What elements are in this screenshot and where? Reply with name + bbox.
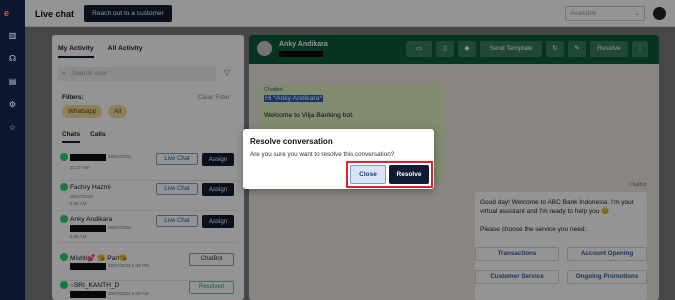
edit-icon[interactable]: ✎ bbox=[568, 41, 586, 57]
live-chat-button[interactable]: Live Chat bbox=[156, 153, 198, 165]
phone-icon[interactable]: ▯ bbox=[436, 41, 454, 57]
resolve-button[interactable]: Resolve bbox=[389, 165, 429, 184]
service-account-opening-button[interactable]: Account Opening bbox=[567, 247, 647, 261]
tab-my-activity[interactable]: My Activity bbox=[58, 45, 94, 58]
tab-calls[interactable]: Calls bbox=[90, 131, 106, 143]
activity-panel: My Activity All Activity ⌕ Search user ▽… bbox=[52, 35, 244, 300]
message-paragraph: Good day! Welcome to ABC Bank Indonesia.… bbox=[480, 199, 634, 215]
assign-button[interactable]: Assign bbox=[202, 153, 234, 166]
availability-select[interactable]: Available ⌄ bbox=[565, 6, 645, 21]
live-chat-button[interactable]: Live Chat bbox=[156, 215, 198, 227]
filter-icon[interactable]: ▽ bbox=[224, 68, 230, 77]
tag-icon[interactable]: ◆ bbox=[458, 41, 476, 57]
chat-row[interactable]: Fachry Hazmi 08/07/2024- 8:58 AM Live Ch… bbox=[58, 181, 238, 211]
chip-all[interactable]: All bbox=[108, 105, 127, 118]
assign-button[interactable]: Assign bbox=[202, 215, 234, 228]
star-icon[interactable]: ☆ bbox=[7, 122, 18, 133]
tab-chats[interactable]: Chats bbox=[62, 131, 81, 143]
search-placeholder: Search user bbox=[72, 70, 108, 77]
dialog-question: Are you sure you want to resolve this co… bbox=[250, 151, 395, 158]
dialog-title: Resolve conversation bbox=[250, 137, 333, 146]
chat-date: 30/07/2024-5:48 PM bbox=[108, 263, 149, 268]
whatsapp-icon bbox=[60, 183, 68, 191]
contact-name: ~SRI_KANTH_D bbox=[70, 282, 120, 289]
user-avatar[interactable] bbox=[653, 7, 666, 20]
resolved-button[interactable]: Resolved bbox=[189, 281, 234, 294]
left-rail: e ▥ ☊ ▤ ⚙ ☆ bbox=[0, 0, 25, 300]
chat-row[interactable]: Mishti💕 😘 Parl😘 30/07/2024-5:48 PM ChatB… bbox=[58, 251, 238, 281]
service-transactions-button[interactable]: Transactions bbox=[475, 247, 559, 261]
activity-tabs: My Activity All Activity bbox=[58, 45, 143, 58]
chat-date: 30/07/2024-5:40 AM bbox=[108, 291, 149, 296]
brand-logo: e bbox=[4, 8, 10, 18]
service-promotions-button[interactable]: Ongoing Promotions bbox=[567, 270, 647, 284]
page-title: Live chat bbox=[35, 9, 75, 19]
service-customer-service-button[interactable]: Customer Service bbox=[475, 270, 559, 284]
id-card-icon[interactable]: ▭ bbox=[406, 41, 432, 57]
chat-subtabs: Chats Calls bbox=[62, 131, 106, 143]
contact-avatar bbox=[257, 41, 272, 56]
settings-icon[interactable]: ⚙ bbox=[7, 99, 18, 110]
whatsapp-icon bbox=[60, 153, 68, 161]
whatsapp-icon bbox=[60, 281, 68, 289]
whatsapp-icon bbox=[60, 215, 68, 223]
close-button[interactable]: Close bbox=[350, 165, 386, 184]
redacted-phone bbox=[70, 291, 106, 298]
availability-value: Available bbox=[570, 10, 597, 17]
chat-row[interactable]: Anky Andikara 08/07/2024- 9:35 AM Live C… bbox=[58, 213, 238, 243]
redacted-name bbox=[70, 154, 106, 161]
tab-all-activity[interactable]: All Activity bbox=[108, 45, 143, 58]
chat-row[interactable]: 28/07/2024- 11:17 AM Live Chat Assign bbox=[58, 151, 238, 181]
clear-filter-link[interactable]: Clear Filter bbox=[198, 94, 230, 101]
send-template-button[interactable]: Send Template bbox=[480, 41, 542, 57]
chat-row[interactable]: ~SRI_KANTH_D 30/07/2024-5:40 AM Resolved bbox=[58, 279, 238, 300]
chat-time: 11:17 AM bbox=[70, 165, 89, 170]
more-icon[interactable]: ⋮ bbox=[632, 41, 648, 57]
sender-label: Chatbot bbox=[264, 87, 283, 93]
headset-icon[interactable]: ☊ bbox=[7, 53, 18, 64]
chatbot-button[interactable]: ChatBot bbox=[189, 253, 234, 266]
reach-out-button[interactable]: Reach out to a customer bbox=[84, 5, 172, 22]
chat-date: 28/07/2024- bbox=[108, 154, 133, 159]
contact-name: Mishti💕 😘 Parl😘 bbox=[70, 255, 128, 262]
redacted-phone bbox=[70, 225, 106, 232]
live-chat-button[interactable]: Live Chat bbox=[156, 183, 198, 195]
chat-date: 08/07/2024- bbox=[70, 194, 95, 199]
chat-header: Anky Andikara ▭ ▯ ◆ Send Template ↻ ✎ Re… bbox=[249, 35, 659, 64]
contact-name: Anky Andikara bbox=[279, 41, 328, 48]
top-bar: Live chat Reach out to a customer Availa… bbox=[25, 0, 675, 27]
welcome-text: Welcome to Vilja Banking bot. bbox=[264, 112, 355, 119]
assign-button[interactable]: Assign bbox=[202, 183, 234, 196]
contact-name: Fachry Hazmi bbox=[70, 184, 111, 191]
chat-time: 8:58 AM bbox=[70, 201, 87, 206]
chat-time: 9:35 AM bbox=[70, 234, 87, 239]
message-prompt: Please choose the service you need: bbox=[480, 226, 587, 233]
greeting-text: Hi *Anky Andikara* bbox=[264, 95, 324, 102]
contact-name: Anky Andikara bbox=[70, 216, 113, 223]
filters-label: Filters: bbox=[62, 94, 84, 101]
document-icon[interactable]: ▤ bbox=[7, 76, 18, 87]
search-input[interactable]: ⌕ Search user bbox=[58, 67, 216, 81]
search-icon: ⌕ bbox=[62, 70, 66, 77]
refresh-icon[interactable]: ↻ bbox=[546, 41, 564, 57]
analytics-icon[interactable]: ▥ bbox=[7, 30, 18, 41]
whatsapp-icon bbox=[60, 253, 68, 261]
chat-date: 08/07/2024- bbox=[108, 225, 133, 230]
resolve-header-button[interactable]: Resolve bbox=[590, 41, 628, 57]
chatbot-label: Chatbot bbox=[629, 182, 647, 188]
redacted-phone bbox=[70, 263, 106, 270]
chevron-down-icon: ⌄ bbox=[634, 10, 640, 17]
redacted-phone bbox=[279, 51, 323, 57]
chip-whatsapp[interactable]: Whatsapp bbox=[62, 105, 103, 118]
